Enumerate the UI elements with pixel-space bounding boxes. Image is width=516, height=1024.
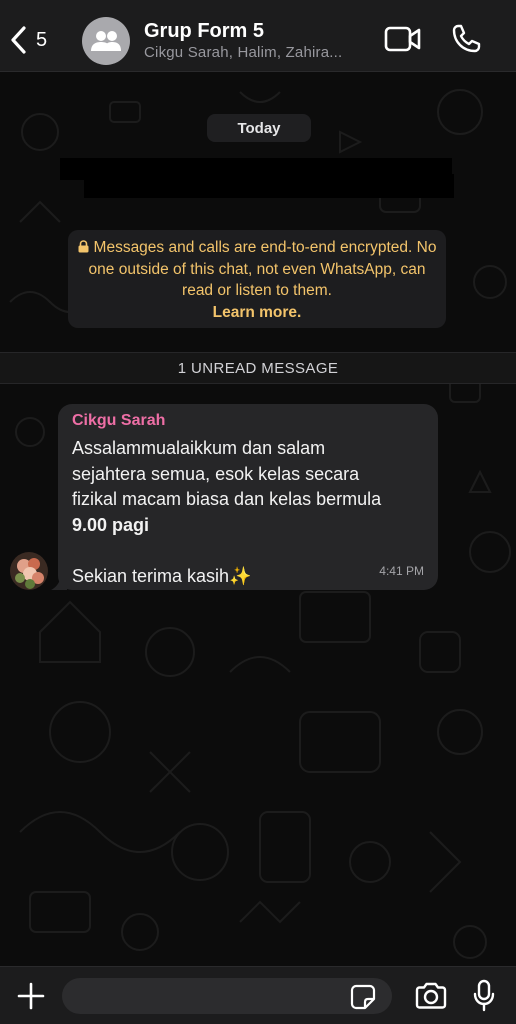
message-bubble[interactable]: Cikgu Sarah Assalammualaikkum dan salam … — [51, 404, 438, 590]
plus-icon — [17, 982, 45, 1010]
learn-more-link[interactable]: Learn more. — [213, 304, 302, 321]
sticker-icon — [350, 984, 376, 1010]
composer-bar — [0, 966, 516, 1024]
lock-icon — [78, 240, 89, 253]
message-text-line: sejahtera semua, esok kelas secara — [72, 463, 360, 484]
sticker-button[interactable] — [350, 984, 376, 1015]
voice-call-button[interactable] — [451, 24, 481, 59]
video-camera-icon — [384, 26, 421, 52]
bubble-tail — [51, 576, 67, 590]
message-input[interactable] — [62, 978, 392, 1014]
message-text-line: Sekian terima kasih✨ — [72, 565, 252, 586]
microphone-icon — [473, 979, 495, 1012]
message-text-line: fizikal macam biasa dan kelas bermula — [72, 489, 382, 509]
chat-header: 5 Grup Form 5 Cikgu Sarah, Halim, Zahira… — [0, 0, 516, 72]
date-separator: Today — [207, 114, 311, 142]
group-people-icon — [91, 31, 121, 51]
chat-title[interactable]: Grup Form 5 — [144, 20, 264, 43]
group-avatar[interactable] — [82, 17, 130, 65]
attach-button[interactable] — [16, 981, 46, 1016]
flower-avatar-image — [10, 552, 48, 590]
message-text-line: Assalammualaikkum dan salam — [72, 438, 326, 458]
encryption-text: Messages and calls are end-to-end encryp… — [88, 239, 437, 299]
redacted-message — [60, 158, 454, 202]
sender-avatar[interactable] — [10, 552, 48, 590]
phone-icon — [452, 24, 481, 53]
redaction-bar — [84, 174, 454, 198]
chat-participants[interactable]: Cikgu Sarah, Halim, Zahira... — [144, 44, 342, 61]
camera-button[interactable] — [414, 982, 448, 1015]
chat-area[interactable]: Today Messages and calls are end-to-end … — [0, 72, 516, 966]
encryption-notice[interactable]: Messages and calls are end-to-end encryp… — [68, 230, 446, 328]
unread-chats-count: 5 — [36, 28, 48, 51]
chevron-left-icon — [11, 26, 26, 54]
message-sender[interactable]: Cikgu Sarah — [72, 412, 424, 430]
unread-separator: 1 UNREAD MESSAGE — [0, 352, 516, 384]
back-button[interactable]: 5 — [8, 22, 47, 58]
message-text-line-bold: 9.00 pagi — [72, 514, 150, 535]
microphone-button[interactable] — [472, 979, 496, 1018]
camera-icon — [415, 982, 447, 1009]
video-call-button[interactable] — [384, 25, 422, 58]
message-timestamp: 4:41 PM — [379, 564, 424, 578]
